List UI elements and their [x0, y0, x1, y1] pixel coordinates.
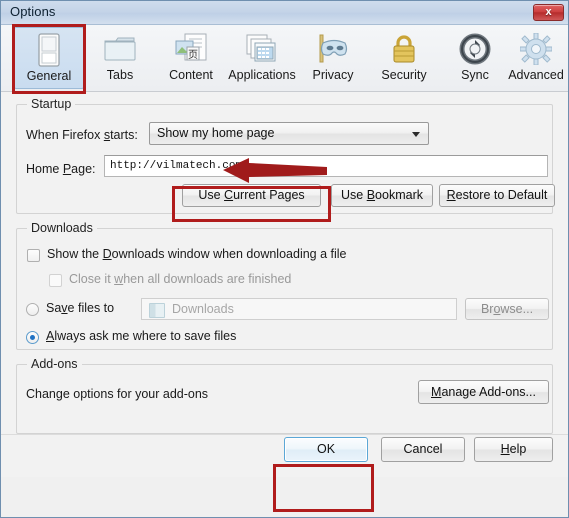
close-when-finished-label: Close it when all downloads are finished [69, 272, 292, 286]
options-panel-general: Startup When Firefox starts: Show my hom… [1, 92, 568, 477]
use-bookmark-button[interactable]: Use Bookmark [331, 184, 433, 207]
restore-to-default-button[interactable]: Restore to Default [439, 184, 555, 207]
manage-addons-button[interactable]: Manage Add-ons... [418, 380, 549, 404]
svg-text:页: 页 [188, 49, 198, 61]
save-files-to-value: Downloads [172, 302, 234, 316]
title-bar: Options x [1, 1, 568, 25]
general-panel-icon [15, 32, 83, 68]
show-downloads-window-label: Show the Downloads window when downloadi… [47, 247, 347, 261]
help-button[interactable]: Help [474, 437, 553, 462]
startup-group-title: Startup [27, 97, 76, 111]
tab-sync-label: Sync [461, 68, 489, 82]
tab-tabs-label: Tabs [106, 68, 134, 82]
screenshot-root: Options x General Tabs 页 Content Applica… [0, 0, 569, 518]
tab-security[interactable]: Security [369, 27, 439, 89]
tab-privacy[interactable]: Privacy [298, 27, 368, 89]
addons-description: Change options for your add-ons [26, 387, 209, 401]
security-padlock-icon [369, 31, 439, 67]
when-firefox-starts-value: Show my home page [157, 126, 275, 140]
tab-content-label: Content [169, 68, 213, 82]
window-title: Options [10, 4, 56, 19]
sync-arrows-icon [440, 31, 510, 67]
applications-windows-icon [227, 31, 297, 67]
tabs-folder-icon [85, 31, 155, 67]
addons-group-title: Add-ons [27, 357, 82, 371]
save-files-to-label: Save files to [46, 301, 115, 315]
close-icon[interactable]: x [533, 4, 564, 21]
tab-privacy-label: Privacy [312, 68, 354, 82]
options-dialog-window: Options x General Tabs 页 Content Applica… [0, 0, 569, 518]
when-firefox-starts-label: When Firefox starts: [26, 128, 138, 142]
tab-advanced[interactable]: Advanced [506, 27, 566, 89]
tab-applications-label: Applications [228, 68, 296, 82]
use-current-pages-button[interactable]: Use Current Pages [182, 184, 321, 207]
home-page-label: Home Page: [26, 162, 96, 176]
when-firefox-starts-select[interactable]: Show my home page [149, 122, 429, 145]
home-page-field[interactable]: http://vilmatech.com [104, 155, 548, 177]
save-files-to-field[interactable]: Downloads [141, 298, 457, 320]
ok-button[interactable]: OK [284, 437, 368, 462]
tab-applications[interactable]: Applications [227, 27, 297, 89]
downloads-group-title: Downloads [27, 221, 97, 235]
tab-tabs[interactable]: Tabs [85, 27, 155, 89]
chevron-down-icon [412, 132, 420, 137]
cancel-button[interactable]: Cancel [381, 437, 465, 462]
options-tab-strip: General Tabs 页 Content Applications Priv… [1, 25, 568, 92]
folder-icon [149, 303, 165, 318]
content-page-icon: 页 [156, 31, 226, 67]
privacy-mask-icon [298, 31, 368, 67]
always-ask-radio[interactable] [26, 331, 39, 344]
always-ask-label: Always ask me where to save files [46, 329, 237, 343]
show-downloads-window-checkbox[interactable] [27, 249, 40, 262]
tab-security-label: Security [381, 68, 427, 82]
save-files-to-radio[interactable] [26, 303, 39, 316]
tab-general[interactable]: General [14, 27, 84, 89]
tab-content[interactable]: 页 Content [156, 27, 226, 89]
tab-general-label: General [26, 69, 72, 83]
close-when-finished-checkbox[interactable] [49, 274, 62, 287]
tab-sync[interactable]: Sync [440, 27, 510, 89]
tab-advanced-label: Advanced [508, 68, 564, 82]
browse-button[interactable]: Browse... [465, 298, 549, 320]
advanced-gear-icon [506, 31, 566, 67]
